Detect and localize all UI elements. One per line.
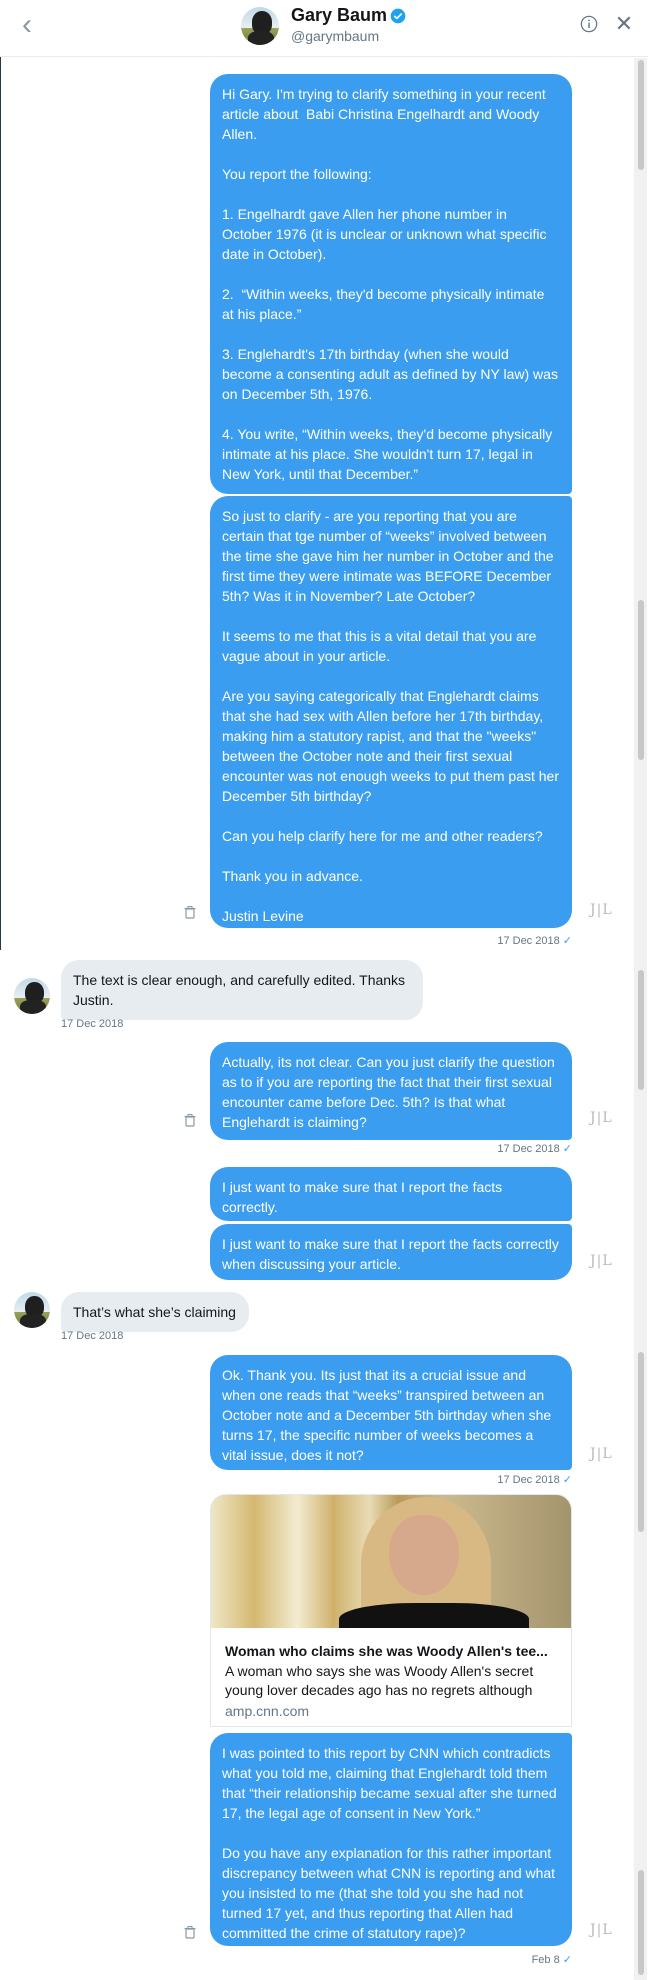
link-preview-image[interactable] xyxy=(211,1495,571,1628)
contact-avatar[interactable] xyxy=(14,1292,50,1328)
header-avatar[interactable] xyxy=(241,7,279,45)
sent-message[interactable]: Ok. Thank you. Its just that its a cruci… xyxy=(210,1355,572,1470)
info-icon[interactable] xyxy=(580,15,598,33)
check-icon: ✓ xyxy=(562,1954,572,1966)
scrollbar-thumb[interactable] xyxy=(638,60,644,170)
check-icon: ✓ xyxy=(562,935,572,947)
contact-handle: @garymbaum xyxy=(291,28,380,44)
scrollbar-thumb[interactable] xyxy=(638,1352,644,1532)
check-icon: ✓ xyxy=(562,1474,572,1486)
trash-icon[interactable] xyxy=(183,1925,197,1939)
window-edge xyxy=(0,0,1,950)
message-timestamp: 17 Dec 2018 xyxy=(61,1018,124,1030)
trash-icon[interactable] xyxy=(183,1113,197,1127)
link-preview-card[interactable]: Woman who claims she was Woody Allen's t… xyxy=(210,1494,572,1727)
message-timestamp: 17 Dec 2018 ✓ xyxy=(497,1143,572,1155)
link-preview-domain[interactable]: amp.cnn.com xyxy=(225,1703,309,1719)
message-timestamp: 17 Dec 2018 xyxy=(61,1330,124,1342)
sent-message[interactable]: So just to clarify - are you reporting t… xyxy=(210,496,572,928)
contact-name[interactable]: Gary Baum xyxy=(291,5,387,26)
contact-avatar[interactable] xyxy=(14,978,50,1014)
sender-initials: J|L xyxy=(590,1922,613,1938)
received-message[interactable]: The text is clear enough, and carefully … xyxy=(61,960,423,1020)
sender-initials: J|L xyxy=(590,1110,613,1126)
message-timestamp: 17 Dec 2018 ✓ xyxy=(497,935,572,947)
link-preview-description: A woman who says she was Woody Allen's s… xyxy=(225,1663,534,1698)
sent-message[interactable]: I was pointed to this report by CNN whic… xyxy=(210,1733,572,1946)
sent-message[interactable]: Actually, its not clear. Can you just cl… xyxy=(210,1042,572,1140)
conversation-header: ‹ Gary Baum @garymbaum ✕ xyxy=(0,0,648,57)
scrollbar-thumb[interactable] xyxy=(638,970,644,1090)
message-timestamp: Feb 8 ✓ xyxy=(531,1954,572,1966)
sent-message[interactable]: I just want to make sure that I report t… xyxy=(210,1167,572,1221)
sent-message[interactable]: Hi Gary. I'm trying to clarify something… xyxy=(210,74,572,494)
link-preview-title[interactable]: Woman who claims she was Woody Allen's t… xyxy=(225,1643,561,1659)
trash-icon[interactable] xyxy=(183,905,197,919)
received-message[interactable]: That’s what she’s claiming xyxy=(61,1292,249,1332)
verified-badge-icon xyxy=(390,8,406,24)
sent-message[interactable]: I just want to make sure that I report t… xyxy=(210,1224,572,1280)
message-timestamp: 17 Dec 2018 ✓ xyxy=(497,1474,572,1486)
back-arrow-icon[interactable]: ‹ xyxy=(14,10,40,40)
scrollbar-thumb[interactable] xyxy=(638,600,644,760)
close-icon[interactable]: ✕ xyxy=(614,13,634,35)
check-icon: ✓ xyxy=(562,1143,572,1155)
scrollbar-thumb[interactable] xyxy=(638,1870,644,1975)
sender-initials: J|L xyxy=(590,1253,613,1269)
sender-initials: J|L xyxy=(590,902,613,918)
sender-initials: J|L xyxy=(590,1446,613,1462)
